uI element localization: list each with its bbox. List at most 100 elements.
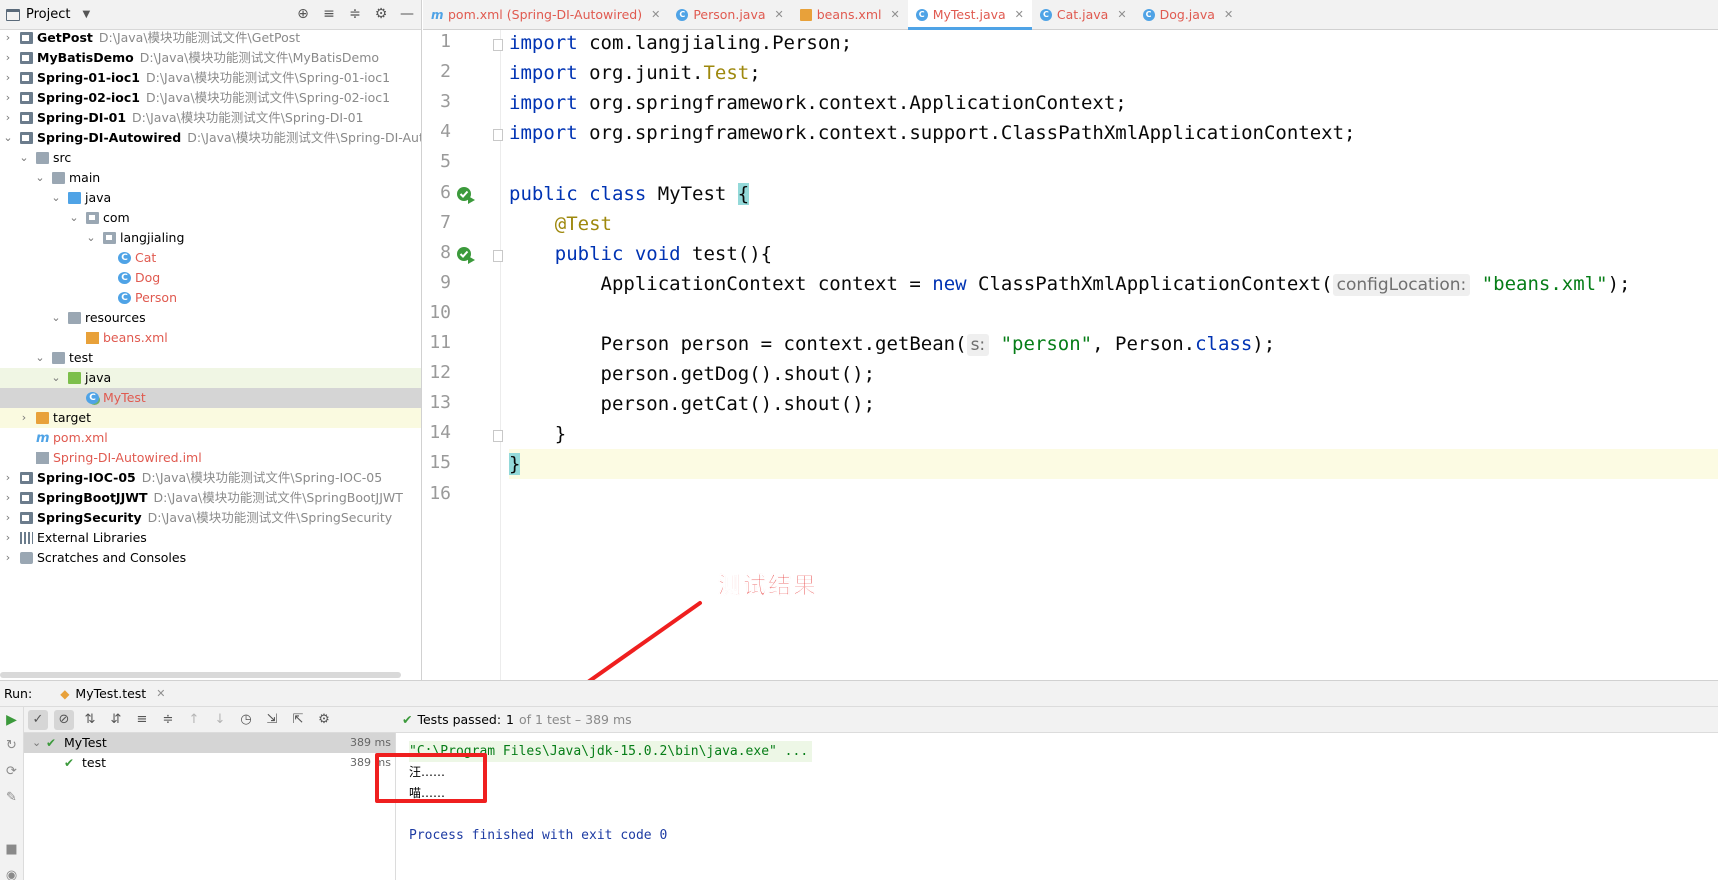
close-icon[interactable]: ✕ xyxy=(1015,8,1024,21)
chevron-down-icon[interactable]: ⌄ xyxy=(85,228,97,248)
import-tests-icon[interactable]: ⇲ xyxy=(262,710,282,730)
code-editor[interactable]: 1 2 3 4 5 6 7 8 9 10 11 12 13 14 15 16 import com.langj… xyxy=(423,30,1718,680)
tree-item[interactable]: › SpringSecurity D:\Java\模块功能测试文件\SpringSe… xyxy=(0,508,421,528)
fold-marker-icon[interactable] xyxy=(493,249,503,262)
code-line[interactable]: } xyxy=(509,449,1718,480)
close-icon[interactable]: ✕ xyxy=(1117,8,1126,21)
code-line[interactable]: import com.langjialing.Person; xyxy=(509,30,1718,58)
settings-gear-icon[interactable]: ⚙ xyxy=(373,5,389,23)
code-line[interactable]: import org.junit.Test; xyxy=(509,58,1718,88)
chevron-down-icon[interactable]: ⌄ xyxy=(34,348,46,368)
code-line[interactable]: } xyxy=(509,419,1718,449)
close-icon[interactable]: ✕ xyxy=(1224,8,1233,21)
rerun-icon[interactable]: ▶ xyxy=(0,707,23,733)
chevron-right-icon[interactable]: › xyxy=(2,468,14,488)
editor-tab[interactable]: beans.xml ✕ xyxy=(792,0,908,29)
tree-item[interactable]: ⌄ com xyxy=(0,208,421,228)
tree-item[interactable]: ⌄ test xyxy=(0,348,421,368)
chevron-right-icon[interactable]: › xyxy=(2,68,14,88)
project-view-selector[interactable]: Project ▼ xyxy=(6,7,90,22)
stop-icon[interactable]: ■ xyxy=(0,837,23,863)
chevron-right-icon[interactable]: › xyxy=(18,408,30,428)
chevron-down-icon[interactable]: ⌄ xyxy=(34,168,46,188)
expand-all-icon[interactable]: ≡ xyxy=(321,5,337,23)
settings-wrench-icon[interactable]: ✎ xyxy=(0,785,23,811)
close-icon[interactable]: ✕ xyxy=(775,8,784,21)
editor-tab[interactable]: m pom.xml (Spring-DI-Autowired) ✕ xyxy=(423,0,668,29)
editor-tab[interactable]: C Person.java ✕ xyxy=(668,0,791,29)
show-passed-icon[interactable]: ✓ xyxy=(28,709,48,730)
code-line[interactable]: person.getDog().shout(); xyxy=(509,359,1718,389)
code-line[interactable] xyxy=(509,299,1718,329)
next-failed-icon[interactable]: ↓ xyxy=(210,710,230,730)
console-command-line[interactable]: "C:\Program Files\Java\jdk-15.0.2\bin\ja… xyxy=(409,741,813,762)
show-ignored-icon[interactable]: ⊘ xyxy=(54,709,74,730)
code-line[interactable]: Person person = context.getBean(s: "pers… xyxy=(509,329,1718,359)
close-icon[interactable]: ✕ xyxy=(890,8,899,21)
chevron-right-icon[interactable]: › xyxy=(2,548,14,568)
chevron-right-icon[interactable]: › xyxy=(2,508,14,528)
locate-file-icon[interactable]: ⊕ xyxy=(295,5,311,23)
tree-item[interactable]: C Cat xyxy=(0,248,421,268)
code-line[interactable]: import org.springframework.context.Appli… xyxy=(509,88,1718,118)
tree-item[interactable]: ⌄ java xyxy=(0,188,421,208)
chevron-down-icon[interactable]: ⌄ xyxy=(2,128,14,148)
sort-by-duration-icon[interactable]: ⇵ xyxy=(106,710,126,730)
tree-item[interactable]: C Dog xyxy=(0,268,421,288)
hide-panel-icon[interactable]: — xyxy=(399,5,415,23)
toggle-auto-test-icon[interactable]: ⟳ xyxy=(0,759,23,785)
tree-item[interactable]: beans.xml xyxy=(0,328,421,348)
chevron-right-icon[interactable]: › xyxy=(2,528,14,548)
code-line[interactable]: person.getCat().shout(); xyxy=(509,389,1718,419)
tree-item[interactable]: › Spring-01-ioc1 D:\Java\模块功能测试文件\Spring-0… xyxy=(0,68,421,88)
tree-item[interactable]: C Person xyxy=(0,288,421,308)
chevron-right-icon[interactable]: › xyxy=(2,108,14,128)
fold-marker-icon[interactable] xyxy=(493,39,503,51)
chevron-down-icon[interactable]: ⌄ xyxy=(18,148,30,168)
chevron-down-icon[interactable]: ⌄ xyxy=(68,208,80,228)
test-history-icon[interactable]: ◷ xyxy=(236,710,256,730)
code-line[interactable]: public class MyTest { xyxy=(509,179,1718,209)
close-icon[interactable]: ✕ xyxy=(156,687,165,700)
test-result-row[interactable]: ✔ test 389 ms xyxy=(24,753,395,773)
rerun-failed-icon[interactable]: ↻ xyxy=(0,733,23,759)
tree-item[interactable]: ⌄ resources xyxy=(0,308,421,328)
collapse-all-icon[interactable]: ≑ xyxy=(347,5,363,23)
fold-marker-icon[interactable] xyxy=(493,430,503,443)
tree-item[interactable]: › MyBatisDemo D:\Java\模块功能测试文件\MyBatisDemo xyxy=(0,48,421,68)
chevron-down-icon[interactable]: ⌄ xyxy=(32,733,41,753)
chevron-down-icon[interactable]: ⌄ xyxy=(50,368,62,388)
run-test-gutter-icon[interactable] xyxy=(456,245,476,265)
tree-item[interactable]: ⌄ src xyxy=(0,148,421,168)
previous-failed-icon[interactable]: ↑ xyxy=(184,710,204,730)
tree-item[interactable]: › Spring-02-ioc1 D:\Java\模块功能测试文件\Spring-0… xyxy=(0,88,421,108)
horizontal-scrollbar[interactable] xyxy=(0,672,401,678)
expand-all-icon[interactable]: ≡ xyxy=(132,710,152,730)
editor-tab[interactable]: C MyTest.java ✕ xyxy=(907,0,1033,30)
tree-item[interactable]: C MyTest xyxy=(0,388,421,408)
close-icon[interactable]: ✕ xyxy=(651,8,660,21)
export-tests-icon[interactable]: ⇱ xyxy=(288,710,308,730)
chevron-down-icon[interactable]: ⌄ xyxy=(50,188,62,208)
tree-item[interactable]: ⌄ Spring-DI-Autowired D:\Java\模块功能测试文件\Spr… xyxy=(0,128,421,148)
chevron-right-icon[interactable]: › xyxy=(2,88,14,108)
tree-item[interactable]: ⌄ langjialing xyxy=(0,228,421,248)
code-line[interactable] xyxy=(509,148,1718,178)
tree-item[interactable]: › target xyxy=(0,408,421,428)
test-result-row[interactable]: ⌄ ✔ MyTest 389 ms xyxy=(24,733,395,753)
code-line[interactable] xyxy=(509,480,1718,510)
tree-item[interactable]: › Spring-DI-01 D:\Java\模块功能测试文件\Spring-DI-… xyxy=(0,108,421,128)
tree-item[interactable]: ⌄ main xyxy=(0,168,421,188)
chevron-right-icon[interactable]: › xyxy=(2,48,14,68)
run-configuration-tab[interactable]: ◆ MyTest.test ✕ xyxy=(52,681,173,706)
chevron-right-icon[interactable]: › xyxy=(2,28,14,48)
code-line[interactable]: ApplicationContext context = new ClassPa… xyxy=(509,269,1718,299)
tree-item[interactable]: › GetPost D:\Java\模块功能测试文件\GetPost xyxy=(0,28,421,48)
tree-item[interactable]: m pom.xml xyxy=(0,428,421,448)
chevron-down-icon[interactable]: ⌄ xyxy=(50,308,62,328)
editor-tab[interactable]: C Cat.java ✕ xyxy=(1032,0,1135,29)
sort-alphabetically-icon[interactable]: ⇅ xyxy=(80,710,100,730)
code-line[interactable]: import org.springframework.context.suppo… xyxy=(509,118,1718,148)
chevron-right-icon[interactable]: › xyxy=(2,488,14,508)
fold-marker-icon[interactable] xyxy=(493,129,503,142)
